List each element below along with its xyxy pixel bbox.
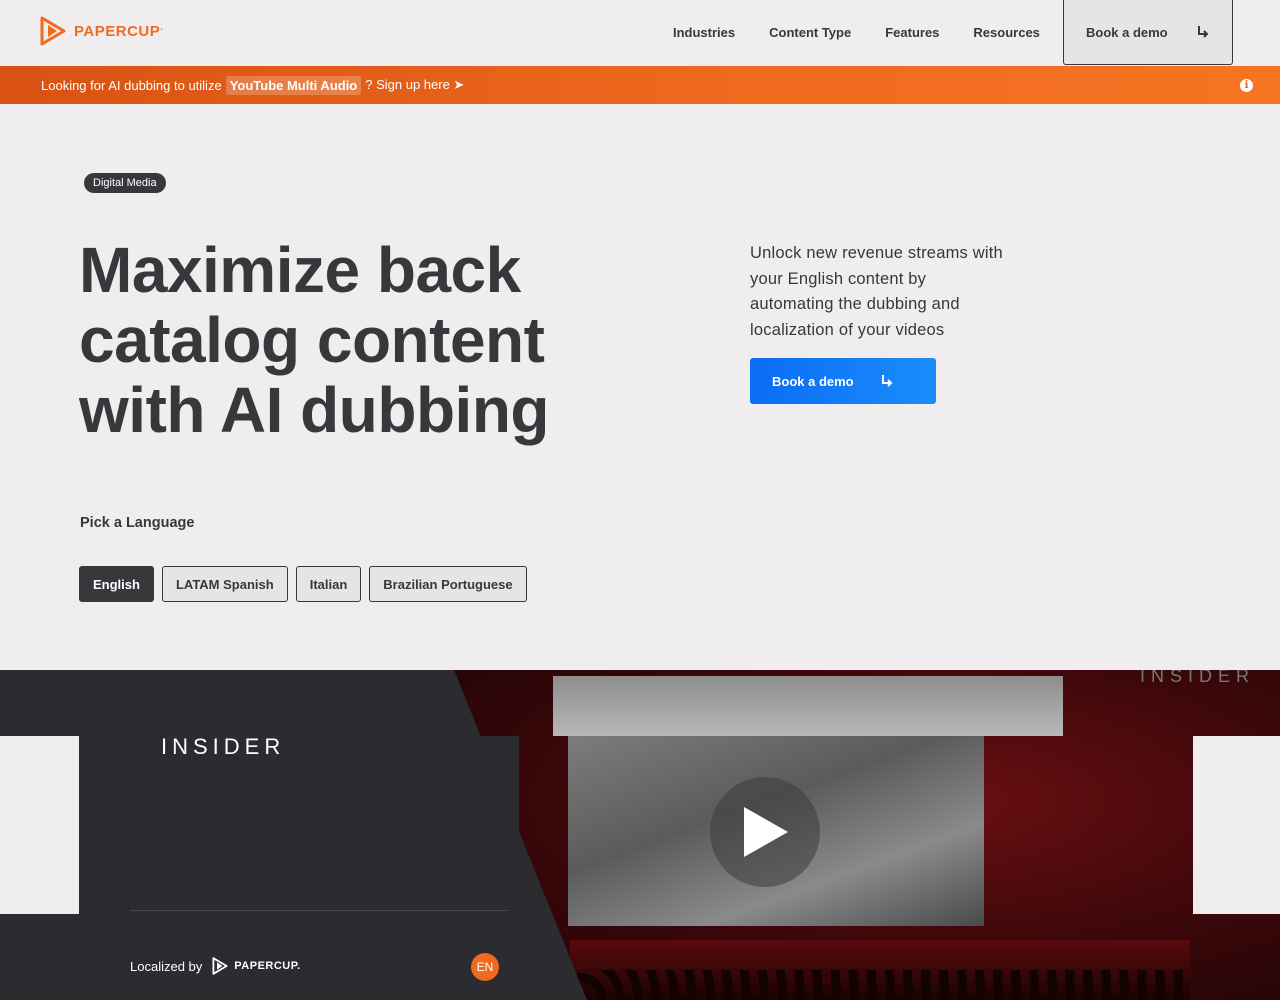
banner-suffix-link[interactable]: ? Sign up here ➤ — [365, 77, 464, 93]
theater-audience — [570, 970, 1190, 1000]
logo-text: PAPERCUP. — [74, 22, 164, 40]
papercup-logo-icon — [40, 16, 66, 46]
mini-logo-text: PAPERCUP. — [234, 960, 301, 972]
banner-prefix: Looking for AI dubbing to utilize — [41, 77, 222, 93]
top-nav: PAPERCUP. Industries Content Type Featur… — [0, 0, 1280, 66]
papercup-logo[interactable]: PAPERCUP. — [40, 16, 163, 46]
menu-item-industries[interactable]: Industries — [656, 25, 752, 40]
main-menu: Industries Content Type Features Resourc… — [656, 0, 1057, 64]
headline-line: Maximize back — [79, 234, 521, 306]
headline-line: catalog content — [79, 304, 545, 376]
industry-tag: Digital Media — [84, 173, 166, 193]
papercup-mini-logo: PAPERCUP. — [212, 957, 300, 975]
menu-item-resources[interactable]: Resources — [956, 25, 1056, 40]
video-right-edge — [1193, 736, 1280, 914]
papercup-logo-icon — [212, 957, 228, 975]
menu-item-features[interactable]: Features — [868, 25, 956, 40]
page-headline: Maximize back catalog content with AI du… — [79, 235, 639, 445]
headline-line: with AI dubbing — [79, 374, 550, 446]
nav-book-demo-label: Book a demo — [1086, 24, 1168, 40]
localized-by: Localized by PAPERCUP. — [130, 957, 301, 975]
hero-description: Unlock new revenue streams with your Eng… — [750, 244, 1003, 339]
banner-highlight: YouTube Multi Audio — [225, 75, 362, 95]
turn-right-arrow-icon — [1198, 26, 1209, 38]
turn-right-arrow-icon — [881, 375, 893, 387]
announcement-banner[interactable]: Looking for AI dubbing to utilize YouTub… — [0, 66, 1280, 104]
language-option-italian[interactable]: Italian — [295, 566, 362, 602]
video-language-badge[interactable]: EN — [471, 953, 499, 981]
menu-item-content-type[interactable]: Content Type — [752, 25, 868, 40]
play-icon — [744, 807, 788, 857]
language-option-latam-spanish[interactable]: LATAM Spanish — [161, 566, 288, 602]
hero-book-demo-label: Book a demo — [772, 373, 854, 389]
insider-brand-logo: INSIDER — [161, 734, 286, 759]
language-picker-label: Pick a Language — [80, 515, 195, 531]
language-option-brazilian-portuguese[interactable]: Brazilian Portuguese — [369, 566, 527, 602]
corner-brand: INSIDER — [1140, 670, 1256, 686]
panel-divider — [130, 910, 508, 911]
video-player[interactable]: INSIDER — [0, 670, 1280, 1000]
play-button[interactable] — [710, 777, 820, 887]
language-picker: English LATAM Spanish Italian Brazilian … — [79, 566, 527, 602]
nav-book-demo-button[interactable]: Book a demo — [1063, 0, 1233, 65]
localized-by-label: Localized by — [130, 958, 203, 974]
language-option-english[interactable]: English — [79, 566, 154, 602]
hero-book-demo-button[interactable]: Book a demo — [750, 358, 936, 404]
film-screen-top — [553, 676, 1063, 736]
info-icon[interactable]: i — [1240, 79, 1253, 92]
